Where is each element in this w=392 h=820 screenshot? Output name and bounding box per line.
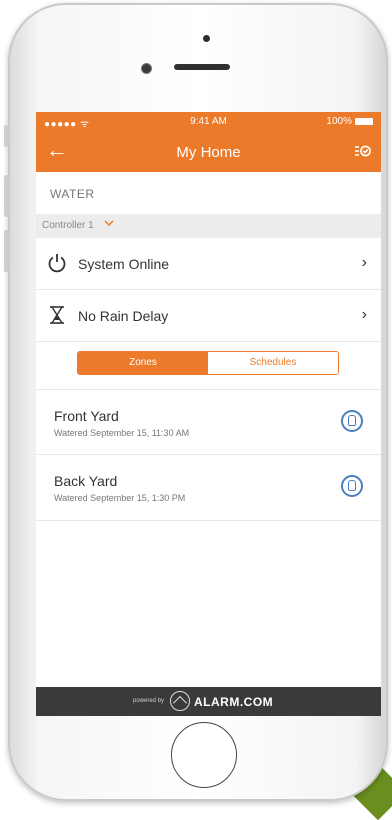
zone-row[interactable]: Front Yard Watered September 15, 11:30 A… [36, 389, 381, 455]
power-icon [46, 252, 68, 274]
sprinkler-icon[interactable] [341, 475, 363, 497]
controller-label: Controller 1 [42, 220, 94, 231]
section-label-water: WATER [50, 187, 95, 201]
chevron-right-icon: › [361, 254, 367, 271]
system-status-row[interactable]: System Online › [36, 240, 381, 290]
zone-name: Front Yard [54, 408, 119, 424]
battery-icon [355, 118, 373, 125]
tab-zones[interactable]: Zones [78, 352, 208, 374]
zones-schedules-toggle: Zones Schedules [77, 351, 339, 375]
hourglass-icon [46, 304, 68, 326]
home-button[interactable] [171, 722, 237, 788]
battery-indicator: 100% [326, 116, 373, 127]
app-screen: ●●●●● ᯤ 9:41 AM 100% ← My Home WATER Con… [36, 112, 381, 716]
battery-percent: 100% [326, 116, 352, 127]
zone-row[interactable]: Back Yard Watered September 15, 1:30 PM [36, 455, 381, 521]
system-status-label: System Online [78, 256, 170, 272]
rain-delay-label: No Rain Delay [78, 308, 169, 324]
footer-branding: powered by ALARM.COM [36, 687, 381, 716]
chevron-right-icon: › [361, 306, 367, 323]
sensor-dot [203, 35, 210, 42]
earpiece-speaker [174, 64, 230, 70]
zone-last-watered: Watered September 15, 1:30 PM [54, 493, 186, 503]
sprinkler-icon[interactable] [341, 410, 363, 432]
mute-switch [4, 125, 9, 147]
list-check-icon[interactable] [355, 144, 371, 161]
powered-by-text: powered by [133, 698, 165, 704]
brand-name: ALARM.COM [194, 695, 274, 709]
alarm-logo-icon [170, 691, 190, 711]
zone-name: Back Yard [54, 473, 118, 489]
status-bar: ●●●●● ᯤ 9:41 AM 100% [36, 112, 381, 132]
front-camera [141, 63, 152, 74]
volume-down-button [4, 230, 9, 272]
nav-bar: ← My Home [36, 132, 381, 172]
page-title: My Home [176, 144, 241, 161]
volume-up-button [4, 175, 9, 217]
rain-delay-row[interactable]: No Rain Delay › [36, 292, 381, 342]
controller-selector[interactable]: Controller 1 [36, 214, 381, 238]
tab-schedules[interactable]: Schedules [208, 352, 338, 374]
zone-last-watered: Watered September 15, 11:30 AM [54, 428, 190, 438]
chevron-down-icon [104, 218, 114, 230]
